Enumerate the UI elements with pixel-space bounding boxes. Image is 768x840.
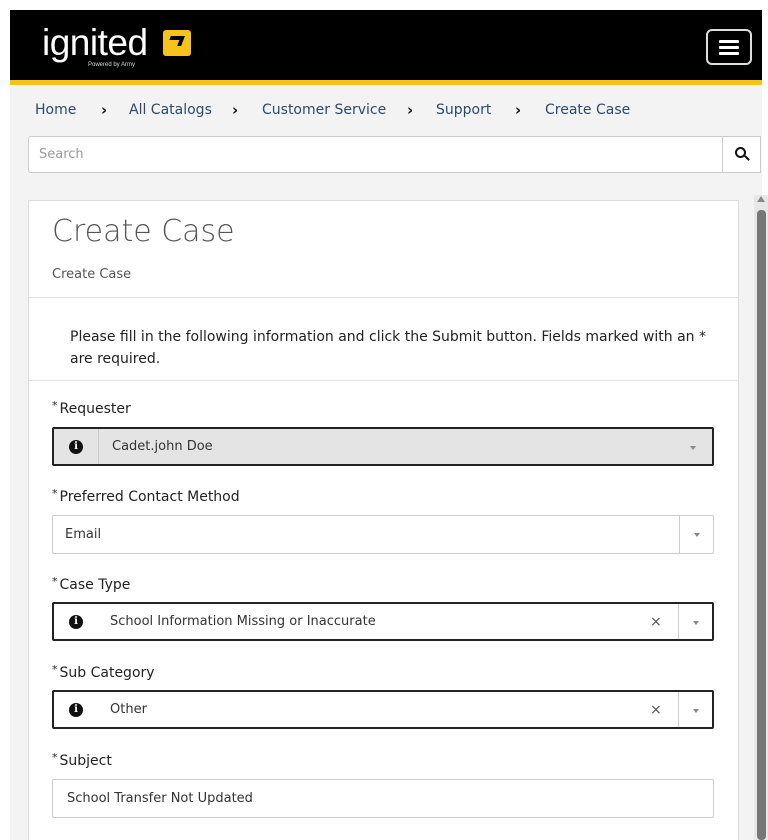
sub-category-label-text: Sub Category — [59, 665, 155, 681]
sub-category-select[interactable]: i Other × — [52, 690, 714, 729]
top-navbar: ignited Powered by Army — [10, 10, 762, 80]
breadcrumb-support[interactable]: Support — [436, 102, 491, 118]
requester-select[interactable]: i Cadet.john Doe — [52, 427, 714, 466]
scroll-up-arrow-icon[interactable] — [757, 196, 765, 202]
breadcrumb-chevron-icon: › — [101, 101, 108, 119]
menu-bar-icon — [719, 40, 739, 43]
breadcrumb-chevron-icon: › — [515, 101, 522, 119]
subject-input[interactable] — [52, 779, 714, 818]
required-marker: * — [52, 399, 58, 412]
page-title: Create Case — [52, 214, 235, 249]
sub-category-value: Other — [110, 702, 147, 717]
page-subtitle: Create Case — [52, 267, 132, 282]
divider — [29, 297, 738, 298]
subject-label-text: Subject — [59, 753, 112, 769]
field-divider — [98, 429, 99, 464]
breadcrumb-customer-service[interactable]: Customer Service — [262, 102, 386, 118]
case-type-value: School Information Missing or Inaccurate — [110, 614, 376, 629]
field-divider — [679, 516, 680, 553]
contact-method-label-text: Preferred Contact Method — [59, 489, 240, 505]
case-type-select[interactable]: i School Information Missing or Inaccura… — [52, 602, 714, 641]
chevron-down-icon — [694, 533, 700, 537]
required-marker: * — [52, 663, 58, 676]
hamburger-menu-button[interactable] — [706, 29, 752, 65]
chevron-down-icon — [690, 446, 696, 450]
requester-info-cell[interactable]: i — [54, 429, 98, 464]
menu-bar-icon — [719, 46, 739, 49]
breadcrumb-home[interactable]: Home — [35, 102, 76, 118]
logo-wordmark: ignited — [42, 22, 148, 63]
sub-category-info-cell[interactable]: i — [54, 692, 98, 727]
logo-tagline: Powered by Army — [88, 62, 136, 68]
subject-label: * Subject — [52, 751, 112, 769]
clear-icon[interactable]: × — [650, 692, 662, 727]
search-icon-handle — [744, 155, 750, 161]
breadcrumb-all-catalogs[interactable]: All Catalogs — [129, 102, 212, 118]
requester-label-text: Requester — [59, 401, 131, 417]
contact-method-label: * Preferred Contact Method — [52, 487, 240, 505]
field-divider — [678, 692, 679, 727]
requester-label: * Requester — [52, 399, 131, 417]
clear-icon[interactable]: × — [650, 604, 662, 639]
case-type-label-text: Case Type — [59, 577, 131, 593]
info-icon: i — [69, 439, 83, 454]
scrollbar-thumb[interactable] — [757, 210, 766, 840]
info-icon: i — [69, 702, 83, 717]
search-input[interactable] — [28, 136, 723, 173]
form-instructions: Please fill in the following information… — [70, 329, 706, 367]
requester-value: Cadet.john Doe — [112, 439, 213, 454]
required-marker: * — [52, 575, 58, 588]
search-button[interactable] — [722, 136, 761, 173]
chevron-down-icon — [693, 709, 699, 713]
contact-method-select[interactable]: Email — [52, 515, 714, 554]
info-icon: i — [69, 614, 83, 629]
breadcrumb-chevron-icon: › — [232, 101, 239, 119]
menu-bar-icon — [719, 52, 739, 55]
divider — [29, 380, 738, 381]
breadcrumb-create-case: Create Case — [545, 102, 631, 118]
breadcrumb-chevron-icon: › — [407, 101, 414, 119]
case-type-label: * Case Type — [52, 575, 130, 593]
contact-method-value: Email — [65, 527, 102, 542]
required-marker: * — [52, 487, 58, 500]
sub-category-label: * Sub Category — [52, 663, 155, 681]
chevron-down-icon — [693, 621, 699, 625]
field-divider — [678, 604, 679, 639]
case-type-info-cell[interactable]: i — [54, 604, 98, 639]
required-marker: * — [52, 751, 58, 764]
